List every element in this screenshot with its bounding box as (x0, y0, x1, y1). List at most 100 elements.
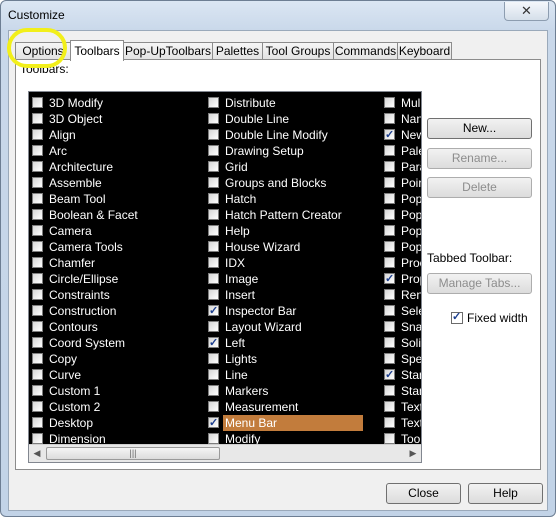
new-button[interactable]: New... (427, 118, 532, 139)
checkbox-unchecked-icon[interactable] (208, 273, 219, 284)
checkbox-unchecked-icon[interactable] (384, 305, 395, 316)
checkbox-unchecked-icon[interactable] (384, 97, 395, 108)
tab-label: Tool Groups (265, 44, 331, 58)
fixed-width-checkbox[interactable]: Fixed width (451, 310, 528, 325)
checkbox-unchecked-icon[interactable] (208, 257, 219, 268)
checkbox-unchecked-icon[interactable] (208, 113, 219, 124)
tab-palettes[interactable]: Palettes (212, 42, 263, 59)
checkbox-checked-icon[interactable] (384, 127, 395, 143)
horizontal-scrollbar[interactable]: ◀ ||| ▶ (29, 444, 421, 462)
tab-pop-uptoolbars[interactable]: Pop-UpToolbars (123, 42, 213, 59)
list-item-label: Help (225, 224, 250, 238)
checkbox-unchecked-icon[interactable] (32, 241, 43, 252)
toolbars-list[interactable]: 3D Modify 3D Object Align Arc Architecture As… (28, 91, 422, 463)
checkbox-unchecked-icon[interactable] (32, 161, 43, 172)
checkbox-unchecked-icon[interactable] (32, 257, 43, 268)
checkbox-unchecked-icon[interactable] (384, 225, 395, 236)
checkbox-unchecked-icon[interactable] (384, 289, 395, 300)
list-item-label: Boolean & Facet (49, 208, 138, 222)
close-button[interactable]: Close (386, 483, 461, 504)
checkbox-unchecked-icon[interactable] (384, 337, 395, 348)
checkbox-unchecked-icon[interactable] (384, 113, 395, 124)
checkbox-unchecked-icon[interactable] (208, 353, 219, 364)
checkbox-unchecked-icon[interactable] (208, 193, 219, 204)
checkbox-unchecked-icon[interactable] (384, 353, 395, 364)
checkbox-unchecked-icon[interactable] (384, 241, 395, 252)
scroll-left-icon[interactable]: ◀ (29, 445, 45, 462)
tab-label: Commands (334, 44, 397, 58)
manage-tabs-button[interactable]: Manage Tabs... (427, 273, 532, 294)
checkbox-unchecked-icon[interactable] (208, 321, 219, 332)
checkbox-unchecked-icon[interactable] (32, 353, 43, 364)
checkbox-unchecked-icon[interactable] (32, 177, 43, 188)
checkbox-unchecked-icon[interactable] (32, 433, 43, 444)
checkbox-unchecked-icon[interactable] (32, 289, 43, 300)
checkbox-unchecked-icon[interactable] (32, 321, 43, 332)
checkbox-unchecked-icon[interactable] (384, 433, 395, 444)
checkbox-unchecked-icon[interactable] (32, 273, 43, 284)
checkbox-unchecked-icon[interactable] (208, 225, 219, 236)
checkbox-unchecked-icon[interactable] (208, 289, 219, 300)
checkbox-unchecked-icon[interactable] (32, 417, 43, 428)
checkbox-unchecked-icon[interactable] (32, 209, 43, 220)
checkbox-unchecked-icon[interactable] (208, 433, 219, 444)
checkbox-unchecked-icon[interactable] (32, 401, 43, 412)
checkbox-unchecked-icon[interactable] (208, 177, 219, 188)
list-item-label: Double Line (225, 112, 290, 126)
close-icon: ✕ (521, 3, 532, 18)
tab-tool-groups[interactable]: Tool Groups (262, 42, 334, 59)
checkbox-checked-icon[interactable] (208, 303, 219, 319)
checkbox-unchecked-icon[interactable] (32, 225, 43, 236)
checkbox-unchecked-icon[interactable] (208, 241, 219, 252)
checkbox-unchecked-icon[interactable] (208, 161, 219, 172)
tab-keyboard[interactable]: Keyboard (397, 42, 452, 59)
checkbox-unchecked-icon[interactable] (32, 113, 43, 124)
checkbox-unchecked-icon[interactable] (384, 401, 395, 412)
checkbox-unchecked-icon[interactable] (208, 369, 219, 380)
list-item-label: Architecture (49, 160, 114, 174)
close-window-button[interactable]: ✕ (504, 2, 549, 21)
list-item-label: Coord System (49, 336, 126, 350)
list-item-label: Measurement (225, 400, 299, 414)
list-item-label: Left (225, 336, 246, 350)
checkbox-unchecked-icon[interactable] (208, 209, 219, 220)
tab-commands[interactable]: Commands (333, 42, 398, 59)
checkbox-checked-icon[interactable] (384, 271, 395, 287)
checkbox-unchecked-icon[interactable] (384, 321, 395, 332)
checkbox-unchecked-icon[interactable] (32, 97, 43, 108)
checkbox-unchecked-icon[interactable] (384, 417, 395, 428)
checkbox-unchecked-icon[interactable] (32, 193, 43, 204)
checkbox-unchecked-icon[interactable] (32, 337, 43, 348)
checkbox-unchecked-icon[interactable] (32, 145, 43, 156)
checkbox-unchecked-icon[interactable] (208, 401, 219, 412)
checkbox-unchecked-icon[interactable] (32, 129, 43, 140)
checkbox-unchecked-icon[interactable] (384, 193, 395, 204)
rename-button[interactable]: Rename... (427, 148, 532, 169)
checkbox-checked-icon[interactable] (208, 415, 219, 431)
checkbox-unchecked-icon[interactable] (32, 305, 43, 316)
list-item-label: Mul (401, 96, 421, 110)
checkbox-checked-icon[interactable] (384, 367, 395, 383)
delete-button[interactable]: Delete (427, 177, 532, 198)
checkbox-unchecked-icon[interactable] (32, 385, 43, 396)
help-button[interactable]: Help (468, 483, 543, 504)
checkbox-unchecked-icon[interactable] (384, 257, 395, 268)
checkbox-unchecked-icon[interactable] (208, 385, 219, 396)
checkbox-unchecked-icon[interactable] (384, 177, 395, 188)
scroll-right-icon[interactable]: ▶ (405, 445, 421, 462)
scroll-thumb[interactable]: ||| (46, 447, 220, 460)
tab-toolbars[interactable]: Toolbars (70, 40, 124, 61)
tab-options[interactable]: Options (15, 42, 71, 59)
checkbox-unchecked-icon[interactable] (384, 145, 395, 156)
checkbox-unchecked-icon[interactable] (384, 209, 395, 220)
checkbox-checked-icon[interactable] (208, 335, 219, 351)
checkbox-unchecked-icon[interactable] (208, 97, 219, 108)
checkbox-unchecked-icon[interactable] (208, 145, 219, 156)
checkbox-unchecked-icon[interactable] (384, 161, 395, 172)
list-item-label: Camera Tools (49, 240, 123, 254)
checkbox-unchecked-icon[interactable] (32, 369, 43, 380)
checkbox-unchecked-icon[interactable] (208, 129, 219, 140)
checkbox-unchecked-icon[interactable] (384, 385, 395, 396)
list-item-label: Lights (225, 352, 258, 366)
list-item-label: 3D Object (49, 112, 103, 126)
